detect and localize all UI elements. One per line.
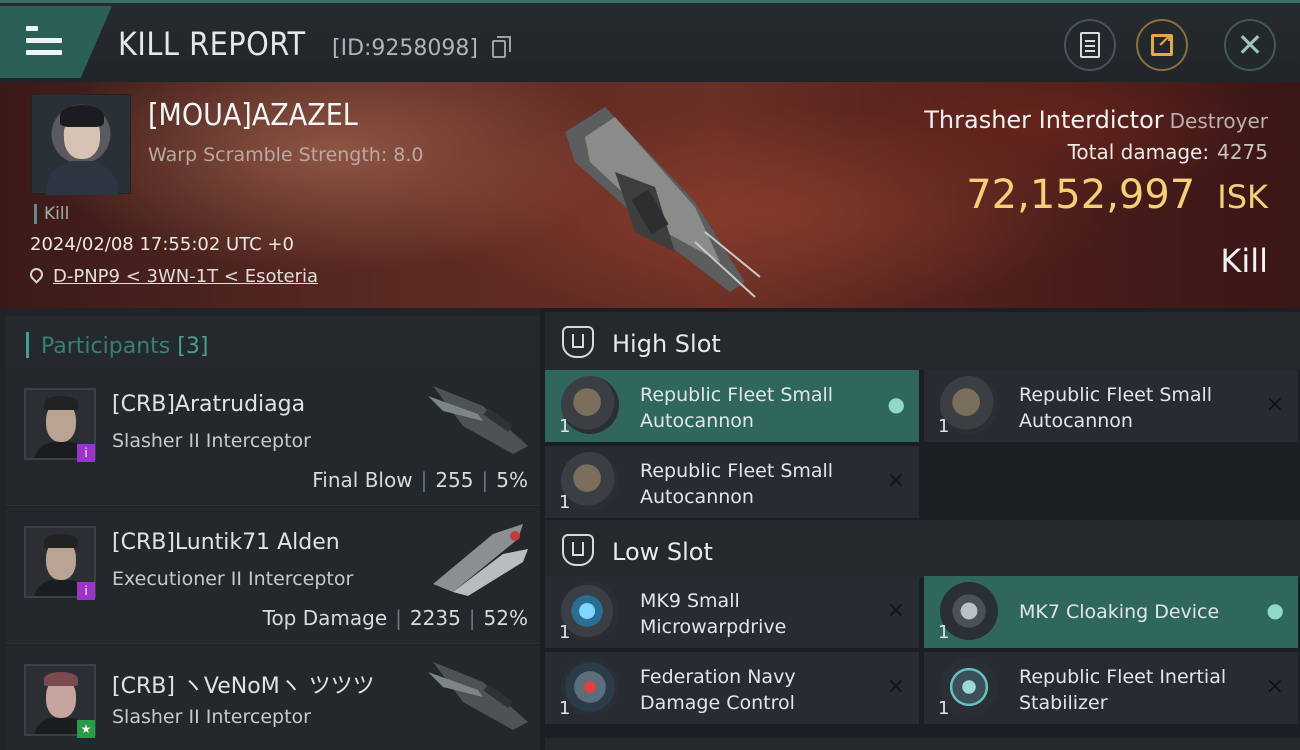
low-slot-title: Low Slot: [612, 538, 713, 566]
participant-ship: Slasher II Interceptor: [112, 430, 311, 452]
next-slot-header: [545, 738, 1300, 750]
module-name: Republic Fleet Small Autocannon: [640, 460, 834, 508]
clipboard-button[interactable]: [1064, 19, 1116, 71]
victim-name[interactable]: [MOUA]AZAZEL: [148, 98, 358, 133]
star-badge: ★: [77, 720, 95, 738]
isk-unit: ISK: [1217, 178, 1268, 216]
final-blow-badge: i: [77, 444, 95, 462]
result-label: Kill: [1220, 242, 1268, 280]
destroyed-icon: ×: [1265, 674, 1284, 699]
module-qty: 1: [559, 622, 571, 643]
location-link[interactable]: D-PNP9 < 3WN-1T < Esoteria: [53, 266, 318, 287]
module-item[interactable]: 1 MK9 Small Microwarpdrive ×: [545, 576, 919, 648]
share-icon: [1151, 31, 1173, 56]
clipboard-icon: [1080, 32, 1100, 58]
participants-title: Participants [3]: [41, 334, 208, 359]
hamburger-icon: [26, 26, 62, 55]
participants-accent: [26, 332, 29, 358]
total-damage-value: 4275: [1217, 140, 1268, 164]
report-id: [ID:9258098]: [332, 36, 478, 61]
victim-ship-image[interactable]: [545, 92, 765, 302]
participant-stats: Final Blow | 255 | 5%: [312, 468, 528, 492]
header-bar: KILL REPORT [ID:9258098] ✕: [0, 0, 1300, 82]
share-button[interactable]: [1136, 19, 1188, 71]
close-icon: ✕: [1236, 26, 1264, 64]
module-item[interactable]: 1 Federation Navy Damage Control ×: [545, 652, 919, 724]
participant-ship: Executioner II Interceptor: [112, 568, 354, 590]
participant-ship: Slasher II Interceptor: [112, 706, 311, 728]
module-qty: 1: [559, 492, 571, 513]
copy-icon[interactable]: [492, 36, 511, 58]
participant-stats: Top Damage | 2235 | 52%: [262, 606, 528, 630]
person-icon: ●: [1266, 598, 1284, 622]
module-name: MK9 Small Microwarpdrive: [640, 590, 787, 638]
isk-value: 72,152,997 ISK: [966, 172, 1268, 218]
destroyed-icon: ×: [886, 468, 905, 493]
warp-scramble-strength: Warp Scramble Strength: 8.0: [148, 144, 424, 166]
participant-name[interactable]: [CRB] ヽVeNoMヽ ツツツ: [112, 668, 375, 700]
module-qty: 1: [559, 416, 571, 437]
total-damage: Total damage: 4275: [1068, 140, 1268, 164]
participant-ship-image[interactable]: [423, 514, 535, 598]
ship-name-text: Thrasher Interdictor: [924, 106, 1164, 134]
module-qty: 1: [938, 622, 950, 643]
destroyed-icon: ×: [1265, 392, 1284, 417]
module-item[interactable]: 1 MK7 Cloaking Device ●: [924, 576, 1298, 648]
module-qty: 1: [559, 698, 571, 719]
participants-panel: Participants [3] i [CRB]Aratrudiaga Slas…: [0, 308, 540, 750]
participant-percent: 5%: [496, 468, 528, 492]
low-slot-header: Low Slot: [545, 520, 1300, 578]
high-slot-title: High Slot: [612, 330, 721, 358]
participants-label: Participants: [41, 334, 171, 359]
menu-button[interactable]: [0, 6, 112, 78]
victim-banner: [MOUA]AZAZEL Warp Scramble Strength: 8.0…: [0, 82, 1300, 308]
close-button[interactable]: ✕: [1224, 19, 1276, 71]
destroyed-icon: ×: [886, 598, 905, 623]
participant-name[interactable]: [CRB]Aratrudiaga: [112, 392, 305, 417]
participant-damage: 2235: [409, 606, 461, 630]
participant-row[interactable]: ★ [CRB] ヽVeNoMヽ ツツツ Slasher II Intercept…: [5, 646, 540, 750]
participant-ship-image[interactable]: [423, 652, 535, 736]
participant-damage: 255: [435, 468, 474, 492]
participant-name[interactable]: [CRB]Luntik71 Alden: [112, 530, 340, 555]
module-name: MK7 Cloaking Device: [1019, 601, 1220, 623]
module-item[interactable]: 1 Republic Fleet Small Autocannon ×: [545, 446, 919, 518]
page-title: KILL REPORT: [118, 25, 306, 63]
module-qty: 1: [938, 416, 950, 437]
victim-ship-name[interactable]: Thrasher Interdictor Destroyer: [924, 106, 1268, 134]
destroyed-icon: ×: [886, 674, 905, 699]
top-damage-badge: i: [77, 582, 95, 600]
module-item[interactable]: 1 Republic Fleet Inertial Stabilizer ×: [924, 652, 1298, 724]
high-slot-header: High Slot: [545, 312, 1300, 370]
total-damage-label: Total damage:: [1067, 140, 1210, 164]
kill-tag: Kill: [34, 204, 69, 224]
module-item[interactable]: 1 Republic Fleet Small Autocannon ×: [924, 370, 1298, 442]
kill-datetime: 2024/02/08 17:55:02 UTC +0: [30, 234, 294, 255]
module-qty: 1: [938, 698, 950, 719]
module-item[interactable]: 1 Republic Fleet Small Autocannon ●: [545, 370, 919, 442]
participant-role: Top Damage: [262, 606, 388, 630]
kill-report-screen: KILL REPORT [ID:9258098] ✕ [MOUA]AZAZEL …: [0, 0, 1300, 750]
low-slot-icon: [562, 534, 594, 566]
participant-role: Final Blow: [312, 468, 413, 492]
ship-class: Destroyer: [1169, 109, 1268, 133]
victim-portrait[interactable]: [31, 94, 131, 195]
participant-row[interactable]: i [CRB]Luntik71 Alden Executioner II Int…: [5, 508, 540, 644]
module-name: Federation Navy Damage Control: [640, 666, 796, 714]
location-pin-icon: [27, 265, 46, 284]
fitting-panel: High Slot 1 Republic Fleet Small Autocan…: [540, 308, 1300, 750]
participant-row[interactable]: i [CRB]Aratrudiaga Slasher II Intercepto…: [5, 370, 540, 506]
module-name: Republic Fleet Inertial Stabilizer: [1019, 666, 1227, 714]
module-name: Republic Fleet Small Autocannon: [640, 384, 834, 432]
participants-count: [3]: [177, 334, 209, 359]
person-icon: ●: [887, 392, 905, 416]
high-slot-icon: [562, 326, 594, 358]
kill-location[interactable]: D-PNP9 < 3WN-1T < Esoteria: [27, 265, 318, 287]
participant-percent: 52%: [483, 606, 528, 630]
isk-amount: 72,152,997: [966, 172, 1196, 218]
participants-header: Participants [3]: [5, 316, 540, 374]
module-name: Republic Fleet Small Autocannon: [1019, 384, 1213, 432]
participant-ship-image[interactable]: [423, 376, 535, 460]
